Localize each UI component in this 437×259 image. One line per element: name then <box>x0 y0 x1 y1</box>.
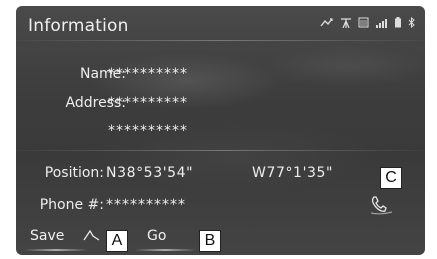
callout-a: A <box>106 230 128 252</box>
phone-icon[interactable] <box>368 193 394 215</box>
battery-icon <box>394 17 402 31</box>
callout-b: B <box>199 230 221 252</box>
address-value-line1: ********** <box>108 95 188 111</box>
address-value-line2: ********** <box>108 123 188 139</box>
header-divider <box>16 40 425 41</box>
go-button-label: Go <box>147 228 167 244</box>
route-icon[interactable] <box>82 228 102 244</box>
position-label: Position: <box>44 165 104 181</box>
bluetooth-icon <box>408 16 415 31</box>
information-screen: Information Name: ********** Address: **… <box>16 6 425 255</box>
go-button-underline <box>134 249 196 251</box>
signal-bars-icon <box>375 18 388 31</box>
save-button-underline <box>24 249 88 251</box>
signal-arrows-icon <box>320 17 334 31</box>
position-latitude: N38°53'54" <box>106 165 194 181</box>
phone-label: Phone #: <box>39 197 104 213</box>
save-button[interactable]: Save <box>30 228 64 244</box>
sd-card-icon <box>358 17 369 31</box>
content-divider <box>16 150 425 151</box>
screen-title: Information <box>28 16 129 36</box>
name-value: ********** <box>108 66 188 82</box>
position-longitude: W77°1'35" <box>252 165 334 181</box>
tower-icon <box>340 17 352 31</box>
save-button-label: Save <box>30 228 65 244</box>
status-bar <box>320 16 415 31</box>
phone-value: ********** <box>106 197 186 213</box>
callout-c: C <box>380 167 402 189</box>
go-button[interactable]: Go <box>147 228 166 244</box>
